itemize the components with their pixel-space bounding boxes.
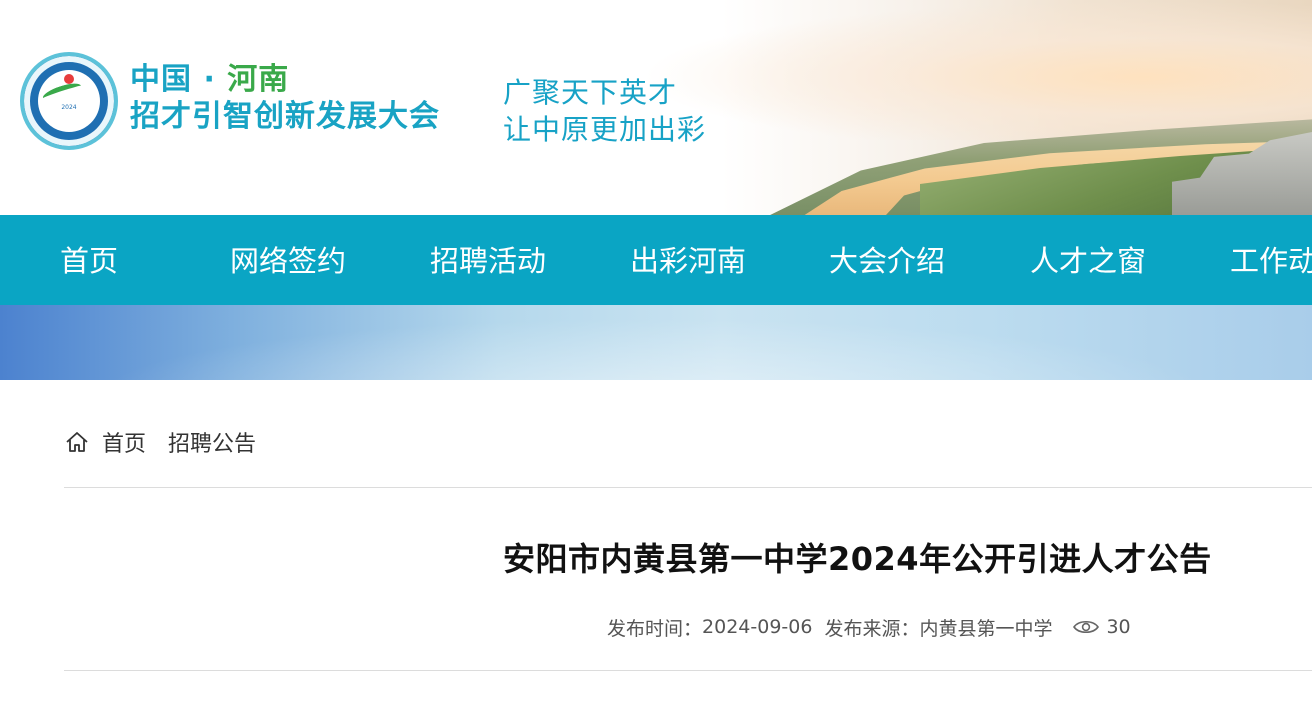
home-icon[interactable] (64, 429, 90, 455)
divider-top (64, 487, 1312, 488)
views-eye-icon (1073, 620, 1100, 634)
nav-item-talent-window[interactable]: 人才之窗 (1030, 215, 1146, 305)
slogan-line-2: 让中原更加出彩 (503, 113, 707, 146)
nav-item-conference-intro[interactable]: 大会介绍 (829, 215, 945, 305)
brand-conference-name: 招才引智创新发展大会 (130, 99, 440, 134)
logo-dot-icon (64, 74, 74, 84)
article-title: 安阳市内黄县第一中学2024年公开引进人才公告 (503, 540, 1212, 578)
site-header: 2024 中国 · 河南 招才引智创新发展大会 广聚天下英才 让中原更加出彩 (0, 0, 1312, 215)
nav-item-outstanding-henan[interactable]: 出彩河南 (630, 215, 746, 305)
breadcrumb-current[interactable]: 招聘公告 (168, 426, 256, 458)
publish-date: 2024-09-06 (702, 616, 813, 638)
source-value: 内黄县第一中学 (919, 617, 1053, 640)
slogan-line-1: 广聚天下英才 (503, 76, 678, 109)
brand-china: 中国 (130, 62, 192, 97)
divider-bottom (64, 670, 1312, 671)
logo-year: 2024 (61, 104, 77, 111)
brand-henan: 河南 (227, 62, 290, 97)
header-sky-image (640, 0, 1312, 140)
nav-item-home[interactable]: 首页 (60, 215, 118, 305)
main-nav: 首页 网络签约 招聘活动 出彩河南 大会介绍 人才之窗 工作动 (0, 215, 1312, 305)
breadcrumb: 首页 招聘公告 (64, 426, 256, 458)
nav-item-online-signing[interactable]: 网络签约 (230, 215, 346, 305)
brand-separator: · (192, 62, 228, 97)
brand-title: 中国 · 河南 招才引智创新发展大会 (130, 62, 440, 136)
banner-strip (0, 305, 1312, 380)
nav-item-work-updates[interactable]: 工作动 (1230, 215, 1312, 305)
publish-label: 发布时间： (607, 617, 703, 640)
views-count: 30 (1106, 616, 1131, 638)
article-meta: 发布时间： 2024-09-06 发布来源： 内黄县第一中学 30 (607, 612, 1131, 642)
nav-item-recruitment-events[interactable]: 招聘活动 (430, 215, 546, 305)
breadcrumb-home[interactable]: 首页 (102, 426, 146, 458)
source-label: 发布来源： (824, 617, 920, 640)
header-slogan: 广聚天下英才 让中原更加出彩 (503, 74, 706, 148)
conference-logo[interactable]: 2024 (20, 52, 118, 150)
